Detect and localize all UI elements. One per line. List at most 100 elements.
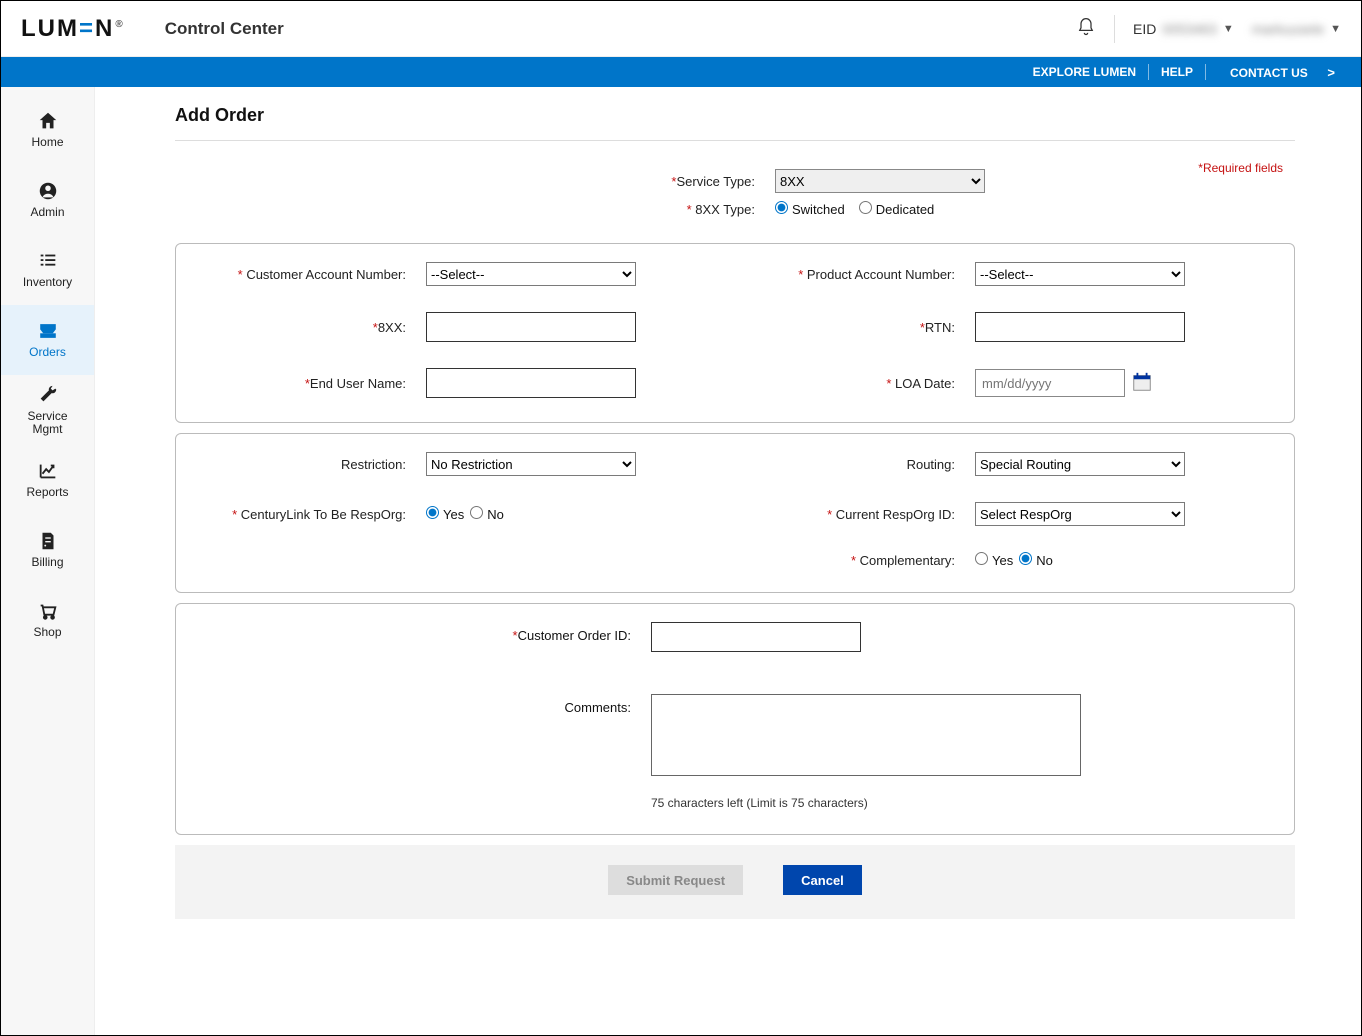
comments-label: Comments: [196,694,651,715]
radio-text: No [487,507,504,522]
current-resporg-select[interactable]: Select RespOrg [975,502,1185,526]
sidebar-item-admin[interactable]: Admin [1,165,94,235]
label-text: Current RespOrg ID: [836,507,955,522]
contact-us-link[interactable]: CONTACT US > [1206,65,1347,80]
label-text: Customer Order ID: [518,628,631,643]
resporg-yes-radio[interactable] [426,506,439,519]
eid-value: 0053463 [1162,21,1217,37]
8xx-input[interactable] [426,312,636,342]
restriction-label: Restriction: [196,457,426,472]
radio-text: Yes [443,507,464,522]
notifications-icon[interactable] [1076,17,1096,40]
page-title: Add Order [175,105,1295,126]
label-text: Service Type: [676,174,755,189]
sidebar-item-shop[interactable]: Shop [1,585,94,655]
sidebar-item-label: Home [31,136,63,149]
customer-order-id-label: *Customer Order ID: [196,622,651,643]
customer-order-id-input[interactable] [651,622,861,652]
sidebar-item-label: Billing [31,556,63,569]
dedicated-radio[interactable] [859,201,872,214]
sidebar-item-service-mgmt[interactable]: Service Mgmt [1,375,94,445]
username: markuusele [1252,21,1324,37]
radio-text: Dedicated [876,202,935,217]
cancel-button[interactable]: Cancel [783,865,862,895]
divider [175,140,1295,141]
complementary-yes-radio[interactable] [975,552,988,565]
chevron-right-icon: > [1320,65,1335,80]
loa-date-label: * LOA Date: [745,376,975,391]
switched-radio-label[interactable]: Switched [775,201,845,217]
label-text: Customer Account Number: [246,267,406,282]
routing-label: Routing: [745,457,975,472]
radio-text: Switched [792,202,845,217]
resporg-yes-label[interactable]: Yes [426,506,464,522]
label-text: LOA Date: [895,376,955,391]
label-text: 8XX: [378,320,406,335]
label-text: RTN: [925,320,955,335]
label-text: End User Name: [310,376,406,391]
sidebar-item-inventory[interactable]: Inventory [1,235,94,305]
char-count-hint: 75 characters left (Limit is 75 characte… [651,796,1274,810]
sidebar-item-orders[interactable]: Orders [1,305,94,375]
contact-us-label: CONTACT US [1218,66,1320,80]
resporg-label: * CenturyLink To Be RespOrg: [196,507,426,522]
end-user-name-label: *End User Name: [196,376,426,391]
eid-dropdown[interactable]: EID 0053463 ▼ [1133,21,1234,37]
rtn-input[interactable] [975,312,1185,342]
product-account-label: * Product Account Number: [745,267,975,282]
service-type-select[interactable]: 8XX [775,169,985,193]
divider [1114,15,1115,43]
complementary-no-radio[interactable] [1019,552,1032,565]
dedicated-radio-label[interactable]: Dedicated [859,201,935,217]
eid-label: EID [1133,21,1156,37]
radio-text: Yes [992,553,1013,568]
topbar: LUM=N® Control Center EID 0053463 ▼ mark… [1,1,1361,57]
sidebar-item-reports[interactable]: Reports [1,445,94,515]
label-text: Complementary: [860,553,955,568]
radio-text: No [1036,553,1053,568]
help-link[interactable]: HELP [1149,65,1205,79]
current-resporg-label: * Current RespOrg ID: [745,507,975,522]
service-type-label: *Service Type: [175,174,775,189]
explore-lumen-link[interactable]: EXPLORE LUMEN [1021,65,1148,79]
8xx-label: *8XX: [196,320,426,335]
sidebar-item-label: Service Mgmt [27,410,67,436]
complementary-no-label[interactable]: No [1019,552,1053,568]
required-fields-note: Required fields [1198,161,1283,175]
sidebar-item-label: Reports [26,486,68,499]
logo: LUM=N® [21,15,125,43]
comments-textarea[interactable] [651,694,1081,776]
label-text: Product Account Number: [807,267,955,282]
routing-select[interactable]: Special Routing [975,452,1185,476]
top-form: Required fields *Service Type: 8XX * 8XX… [175,153,1295,243]
sidebar-item-label: Admin [30,206,64,219]
complementary-label: * Complementary: [745,553,975,568]
footer-bar: Submit Request Cancel [175,845,1295,919]
sidebar-item-label: Orders [29,346,66,359]
panel-account-info: * Customer Account Number: --Select-- * … [175,243,1295,423]
switched-radio[interactable] [775,201,788,214]
restriction-select[interactable]: No Restriction [426,452,636,476]
label-text: 8XX Type: [695,202,755,217]
subnav: EXPLORE LUMEN HELP CONTACT US > [1,57,1361,87]
chevron-down-icon: ▼ [1330,23,1341,35]
sidebar-item-billing[interactable]: Billing [1,515,94,585]
chevron-down-icon: ▼ [1223,23,1234,35]
rtn-label: *RTN: [745,320,975,335]
user-dropdown[interactable]: markuusele ▼ [1252,21,1341,37]
resporg-no-label[interactable]: No [470,506,504,522]
content: Add Order Required fields *Service Type:… [95,87,1361,1035]
label-text: CenturyLink To Be RespOrg: [241,507,406,522]
submit-request-button[interactable]: Submit Request [608,865,743,895]
sidebar-item-home[interactable]: Home [1,95,94,165]
app-title: Control Center [165,19,284,39]
product-account-select[interactable]: --Select-- [975,262,1185,286]
complementary-yes-label[interactable]: Yes [975,552,1013,568]
calendar-icon[interactable] [1131,371,1153,396]
loa-date-input[interactable] [975,369,1125,397]
panel-order-id: *Customer Order ID: Comments: 75 charact… [175,603,1295,835]
end-user-name-input[interactable] [426,368,636,398]
resporg-no-radio[interactable] [470,506,483,519]
panel-routing: Restriction: No Restriction Routing: Spe… [175,433,1295,593]
customer-account-select[interactable]: --Select-- [426,262,636,286]
